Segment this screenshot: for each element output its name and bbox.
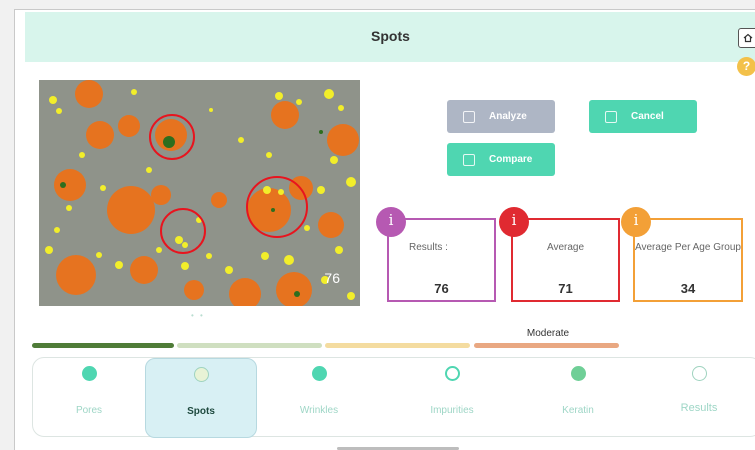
results-icon [692,366,707,381]
tab-wrinkles[interactable]: Wrinkles [263,358,375,438]
tab-results-label: Results [680,402,718,414]
cancel-button[interactable]: Cancel [589,100,697,133]
tab-keratin[interactable]: Keratin [522,358,634,438]
compare-button[interactable]: Compare [447,143,555,176]
compare-label: Compare [489,154,533,165]
age-group-label: Average Per Age Group [635,242,741,253]
tab-spots-label: Spots [187,406,215,417]
home-icon [743,33,753,43]
results-label: Results : [409,242,448,253]
tab-spots[interactable]: Spots [145,358,257,438]
tab-impurities-label: Impurities [430,405,474,416]
analyze-button[interactable]: Analyze [447,100,555,133]
pores-icon [82,366,97,381]
scan-icon [463,110,475,123]
keratin-icon [571,366,586,381]
tab-wrinkles-label: Wrinkles [299,405,339,416]
age-group-value: 34 [680,281,696,296]
page-title: Spots [371,28,410,44]
skin-analysis-image: 76 [39,80,360,306]
spots-icon [194,367,209,382]
header-bar: Spots [25,12,755,62]
image-score: 76 [324,270,340,286]
severity-segment-2 [177,343,322,348]
average-label: Average [546,242,585,253]
age-group-card: Average Per Age Group 34 [633,218,743,302]
analysis-tab-bar: Pores Spots Wrinkles Impurities Keratin … [32,357,755,438]
results-info-icon[interactable]: i [376,207,406,237]
results-card: Results : 76 [387,218,496,302]
analyze-label: Analyze [489,111,527,122]
image-pager[interactable]: • • [191,311,205,320]
impurities-icon [445,366,460,381]
help-button[interactable]: ? [737,57,755,76]
close-icon [605,110,617,123]
severity-segment-1 [32,343,174,348]
average-info-icon[interactable]: i [499,207,529,237]
age-group-info-icon[interactable]: i [621,207,651,237]
home-button[interactable] [738,28,755,48]
tab-keratin-label: Keratin [562,405,594,416]
severity-segment-3 [325,343,470,348]
tab-impurities[interactable]: Impurities [396,358,508,438]
tab-pores-label: Pores [75,405,103,416]
severity-label: Moderate [526,328,570,339]
compare-icon [463,153,475,166]
average-value: 71 [558,281,573,296]
tab-pores[interactable]: Pores [33,358,145,438]
results-value: 76 [434,281,449,296]
cancel-label: Cancel [631,111,664,122]
wrinkles-icon [312,366,327,381]
tab-results[interactable]: Results [643,358,755,438]
average-card: Average 71 [511,218,620,302]
app-window: Spots ? 76 • • Analyze Cancel Compare Re… [14,9,755,450]
severity-segment-4 [474,343,619,348]
